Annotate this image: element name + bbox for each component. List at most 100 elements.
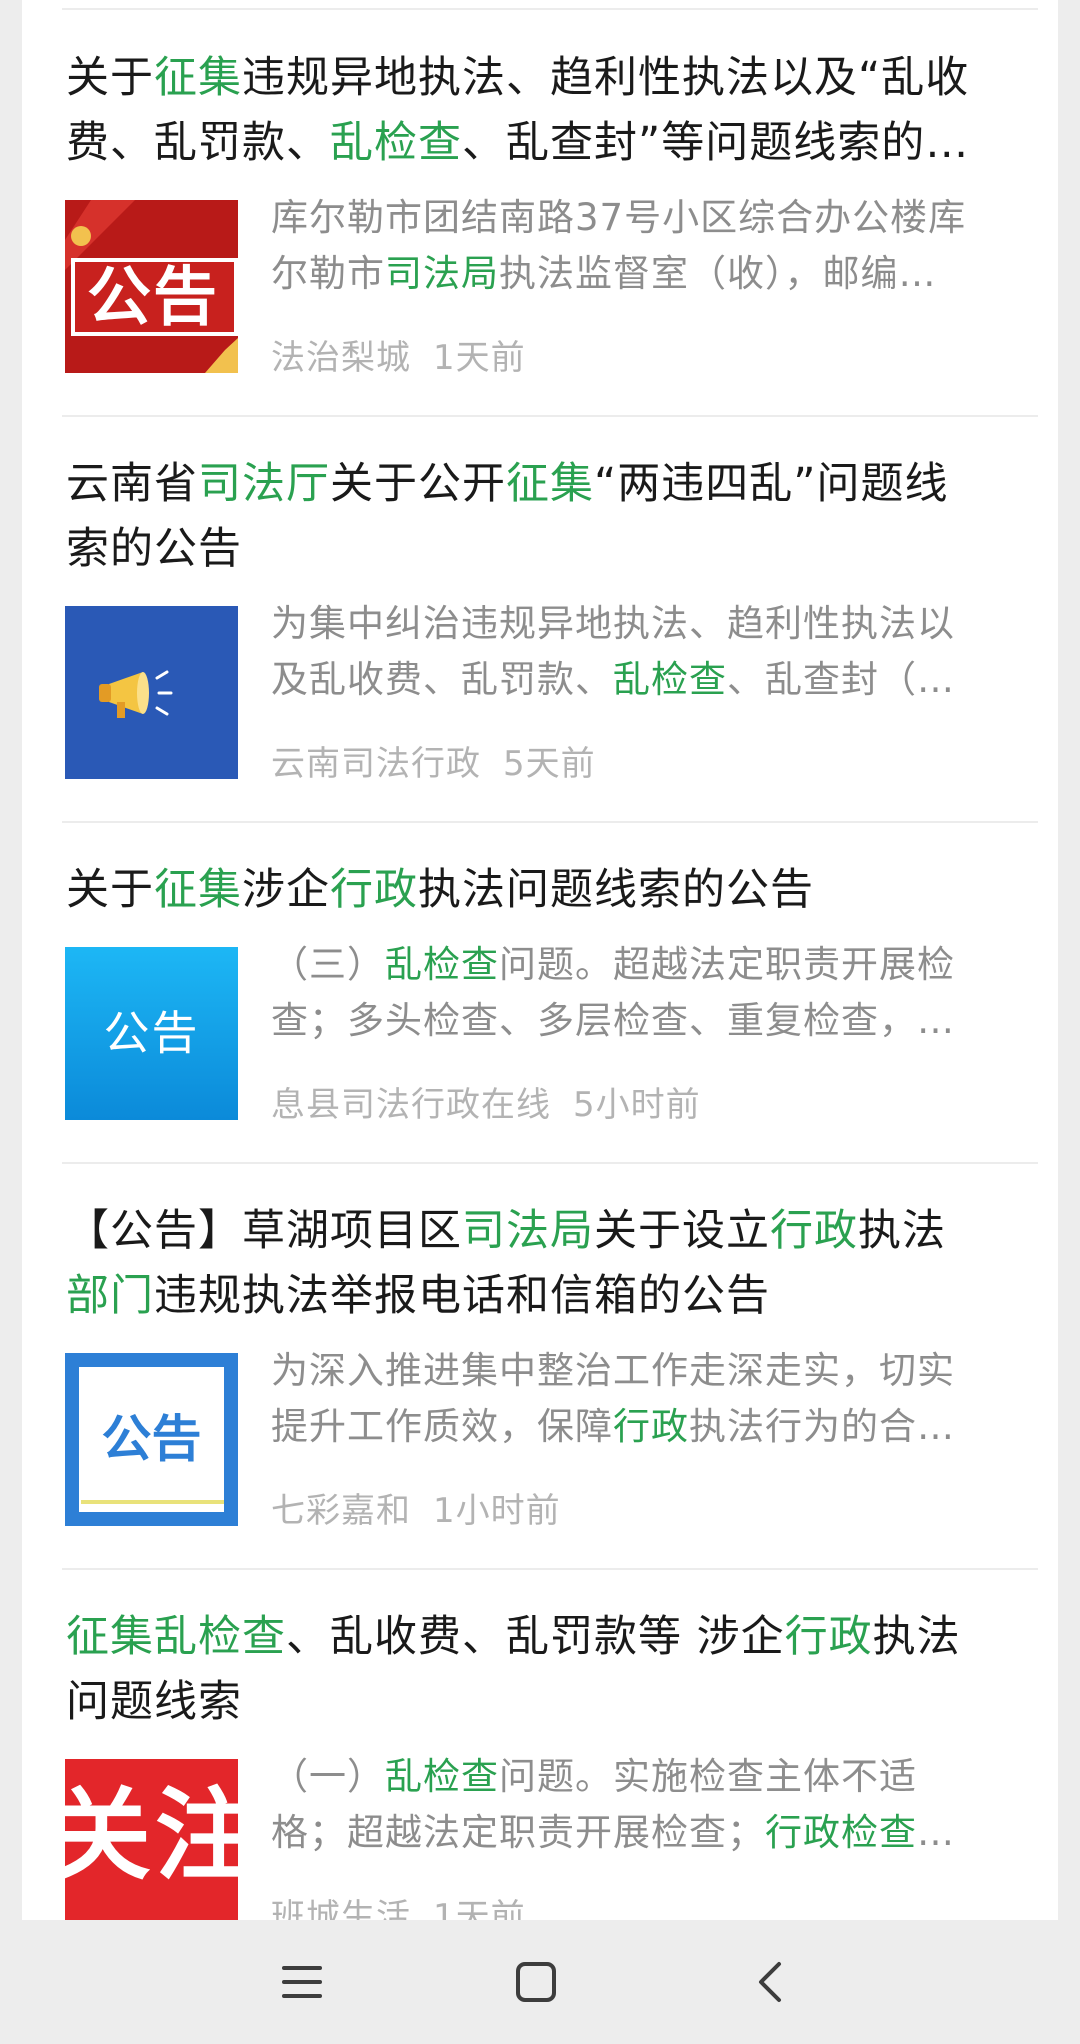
highlighted-keyword: 行政检查: [765, 1811, 917, 1854]
thumbnail-label: 公告: [87, 261, 219, 335]
result-snippet: 库尔勒市团结南路37号小区综合办公楼库尔勒市司法局执法监督室（收），邮编…: [271, 190, 1031, 302]
result-title[interactable]: 关于征集违规异地执法、趋利性执法以及“乱收 费、乱罚款、乱检查、乱查封”等问题线索…: [66, 46, 1046, 176]
result-source[interactable]: 法治梨城: [271, 338, 411, 378]
text-segment: 关于公开: [330, 459, 506, 509]
text-segment: 为集中纠治违规异地执法、趋利性执法以: [271, 602, 955, 645]
snippet-line: 为深入推进集中整治工作走深走实，切实: [271, 1343, 1031, 1399]
chevron-left-back-icon: [759, 1962, 781, 2002]
text-segment: 费、乱罚款、: [66, 118, 330, 168]
text-segment: 涉企: [242, 865, 330, 915]
title-line: 索的公告: [66, 517, 1046, 582]
highlighted-keyword: 行政: [770, 1206, 858, 1256]
snippet-line: （三）乱检查问题。超越法定职责开展检: [271, 937, 1031, 993]
text-segment: 问题。超越法定职责开展检: [499, 943, 955, 986]
result-source[interactable]: 班城生活: [271, 1897, 411, 1920]
text-segment: （三）: [271, 943, 385, 986]
highlighted-keyword: 征集乱检查: [66, 1612, 286, 1662]
snippet-line: 及乱收费、乱罚款、乱检查、乱查封（…: [271, 652, 1031, 708]
text-segment: （一）: [271, 1755, 385, 1798]
highlighted-keyword: 征集: [154, 53, 242, 103]
text-segment: 【公告】草湖项目区: [66, 1206, 462, 1256]
text-segment: 、乱收费、乱罚款等 涉企: [286, 1612, 785, 1662]
home-button[interactable]: [466, 1920, 606, 2044]
title-line: 征集乱检查、乱收费、乱罚款等 涉企行政执法: [66, 1605, 1046, 1670]
title-line: 云南省司法厅关于公开征集“两违四乱”问题线: [66, 452, 1046, 517]
text-segment: 云南省: [66, 459, 198, 509]
highlighted-keyword: 司法厅: [198, 459, 330, 509]
result-time: 1小时前: [433, 1491, 561, 1531]
result-snippet: 为集中纠治违规异地执法、趋利性执法以 及乱收费、乱罚款、乱检查、乱查封（…: [271, 596, 1031, 708]
title-line: 关于征集违规异地执法、趋利性执法以及“乱收: [66, 46, 1046, 111]
snippet-line: 尔勒市司法局执法监督室（收），邮编…: [271, 246, 1031, 302]
text-segment: 关于: [66, 865, 154, 915]
text-segment: 、乱查封”等问题线索的…: [462, 118, 970, 168]
result-title[interactable]: 征集乱检查、乱收费、乱罚款等 涉企行政执法问题线索: [66, 1605, 1046, 1735]
highlighted-keyword: 乱检查: [613, 658, 727, 701]
text-segment: 执法: [872, 1612, 961, 1662]
result-meta: 息县司法行政在线 5小时前: [271, 1077, 701, 1126]
result-source[interactable]: 七彩嘉和: [271, 1491, 411, 1531]
search-results-panel: 关于征集违规异地执法、趋利性执法以及“乱收 费、乱罚款、乱检查、乱查封”等问题线索…: [22, 0, 1058, 1920]
megaphone-icon: [65, 606, 238, 779]
text-segment: 尔勒市: [271, 252, 385, 295]
highlighted-keyword: 乱检查: [385, 943, 499, 986]
result-time: 5天前: [503, 744, 596, 784]
snippet-line: 查；多头检查、多层检查、重复检查，…: [271, 993, 1031, 1049]
text-segment: 查；多头检查、多层检查、重复检查，…: [271, 999, 955, 1042]
text-segment: 执法监督室（收），邮编…: [499, 252, 937, 295]
result-meta: 法治梨城 1天前: [271, 330, 526, 379]
title-line: 关于征集涉企行政执法问题线索的公告: [66, 858, 1046, 923]
text-segment: 库尔勒市团结南路37号小区综合办公楼库: [271, 196, 967, 239]
highlighted-keyword: 行政: [613, 1405, 689, 1448]
text-segment: 为深入推进集中整治工作走深走实，切实: [271, 1349, 955, 1392]
text-segment: 格；超越法定职责开展检查；: [271, 1811, 765, 1854]
result-title[interactable]: 【公告】草湖项目区司法局关于设立行政执法 部门违规执法举报电话和信箱的公告: [66, 1199, 1046, 1329]
title-line: 问题线索: [66, 1670, 1046, 1735]
system-navigation-bar: [0, 1920, 1080, 2044]
divider: [62, 415, 1038, 417]
title-line: 【公告】草湖项目区司法局关于设立行政执法: [66, 1199, 1046, 1264]
text-segment: 执法行为的合…: [689, 1405, 955, 1448]
result-source[interactable]: 云南司法行政: [271, 744, 481, 784]
result-title[interactable]: 云南省司法厅关于公开征集“两违四乱”问题线索的公告: [66, 452, 1046, 582]
result-title[interactable]: 关于征集涉企行政执法问题线索的公告: [66, 858, 1046, 923]
text-segment: 问题线索: [66, 1677, 242, 1727]
title-line: 费、乱罚款、乱检查、乱查封”等问题线索的…: [66, 111, 1046, 176]
result-meta: 七彩嘉和 1小时前: [271, 1483, 561, 1532]
result-time: 5小时前: [573, 1085, 701, 1125]
thumbnail-follow-red: 关注: [65, 1759, 238, 1920]
result-snippet: （一）乱检查问题。实施检查主体不适格；超越法定职责开展检查；行政检查…: [271, 1749, 1031, 1861]
text-segment: 及乱收费、乱罚款、: [271, 658, 613, 701]
recent-apps-button[interactable]: [232, 1920, 372, 2044]
result-time: 1天前: [433, 1897, 526, 1920]
highlighted-keyword: 乱检查: [385, 1755, 499, 1798]
text-segment: 索的公告: [66, 524, 242, 574]
result-meta: 云南司法行政 5天前: [271, 736, 596, 785]
result-meta: 班城生活 1天前: [271, 1889, 526, 1920]
square-home-icon: [516, 1962, 556, 2002]
thumbnail-label: 公告: [103, 1006, 200, 1060]
divider: [62, 8, 1038, 10]
text-segment: “两违四乱”问题线: [594, 459, 949, 509]
back-button[interactable]: [700, 1920, 840, 2044]
snippet-line: 格；超越法定职责开展检查；行政检查…: [271, 1805, 1031, 1861]
menu-lines-icon: [282, 1966, 322, 1998]
thumbnail-announcement-red: 公告: [65, 200, 238, 373]
text-segment: 、乱查封（…: [727, 658, 955, 701]
text-segment: 问题。实施检查主体不适: [499, 1755, 917, 1798]
thumbnail-megaphone: [65, 606, 238, 779]
result-snippet: （三）乱检查问题。超越法定职责开展检查；多头检查、多层检查、重复检查，…: [271, 937, 1031, 1049]
highlighted-keyword: 部门: [66, 1271, 154, 1321]
highlighted-keyword: 乱检查: [330, 118, 462, 168]
text-segment: 执法问题线索的公告: [418, 865, 814, 915]
text-segment: …: [917, 1811, 955, 1854]
snippet-line: 为集中纠治违规异地执法、趋利性执法以: [271, 596, 1031, 652]
result-snippet: 为深入推进集中整治工作走深走实，切实 提升工作质效，保障行政执法行为的合…: [271, 1343, 1031, 1455]
text-segment: 执法: [858, 1206, 946, 1256]
text-segment: 提升工作质效，保障: [271, 1405, 613, 1448]
divider: [62, 1568, 1038, 1570]
highlighted-keyword: 征集: [506, 459, 594, 509]
thumbnail-announcement-blue: 公告: [65, 947, 238, 1120]
result-source[interactable]: 息县司法行政在线: [271, 1085, 551, 1125]
highlighted-keyword: 司法局: [462, 1206, 594, 1256]
